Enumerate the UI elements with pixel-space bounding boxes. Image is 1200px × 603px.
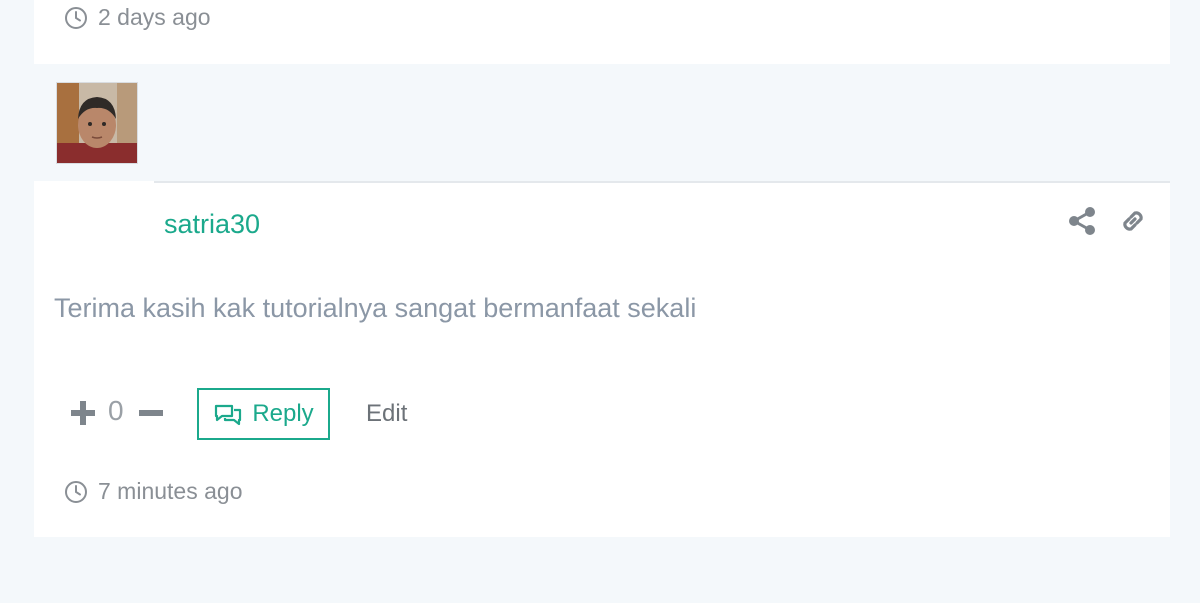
comment-body: Terima kasih kak tutorialnya sangat berm…: [54, 293, 697, 323]
timestamp-text: 2 days ago: [98, 4, 211, 30]
comment-thread: 2 days ago satria30 Terima kasih kak tut…: [0, 0, 1200, 603]
edit-button[interactable]: Edit: [366, 400, 407, 428]
plus-icon[interactable]: [70, 400, 96, 426]
share-icon[interactable]: [1068, 206, 1096, 236]
divider: [154, 181, 1170, 183]
reply-label: Reply: [252, 400, 314, 427]
previous-comment-card: 2 days ago: [34, 0, 1170, 64]
clock-icon: [65, 480, 87, 503]
avatar-photo: [57, 83, 137, 163]
comment-timestamp: 7 minutes ago: [64, 478, 242, 505]
chat-bubbles-icon: [215, 404, 242, 426]
previous-comment-timestamp: 2 days ago: [64, 4, 211, 31]
timestamp-text: 7 minutes ago: [98, 478, 243, 504]
comment-card: satria30 Terima kasih kak tutorialnya sa…: [34, 181, 1170, 537]
vote-count: 0: [108, 395, 124, 426]
reply-button[interactable]: Reply: [197, 388, 330, 440]
avatar[interactable]: [56, 82, 138, 164]
minus-icon[interactable]: [138, 400, 164, 426]
link-icon[interactable]: [1118, 206, 1148, 236]
clock-icon: [65, 6, 87, 29]
comment-author[interactable]: satria30: [164, 209, 260, 240]
